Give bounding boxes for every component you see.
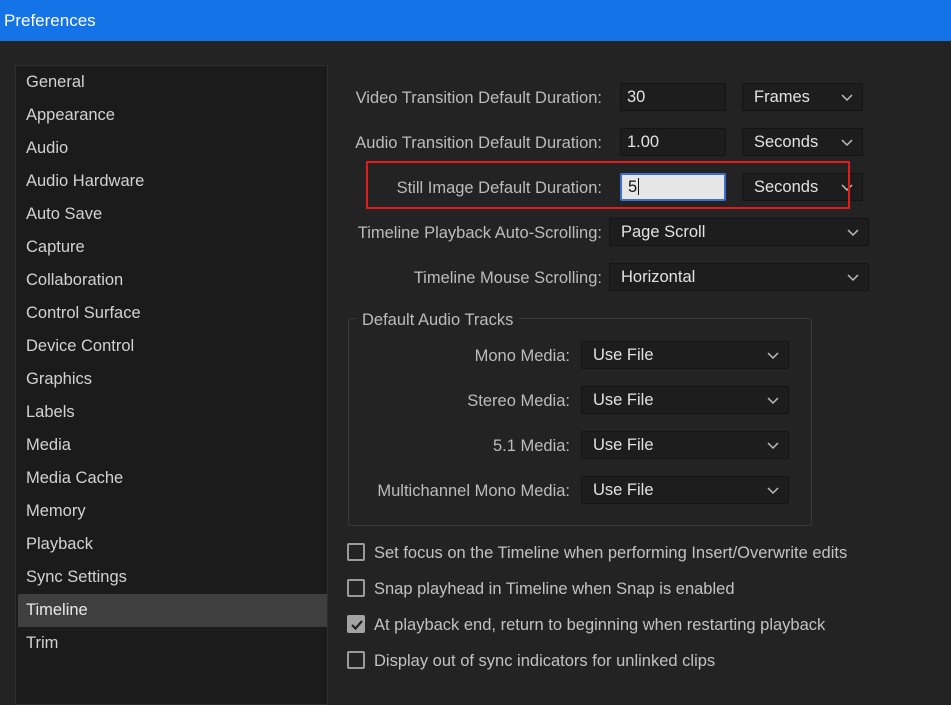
window-titlebar: Preferences (0, 0, 951, 41)
window-title: Preferences (4, 11, 96, 30)
chevron-down-icon (767, 349, 779, 361)
video-transition-unit-select[interactable]: Frames (742, 83, 863, 111)
five-one-media-value: Use File (593, 436, 654, 454)
chevron-down-icon (847, 226, 859, 238)
multichannel-media-label: Multichannel Mono Media: (377, 482, 570, 500)
sidebar-item-labels[interactable]: Labels (18, 396, 327, 429)
sidebar-item-sync-settings[interactable]: Sync Settings (18, 561, 327, 594)
sidebar-item-general[interactable]: General (18, 66, 327, 99)
focus-timeline-checkbox[interactable] (347, 543, 365, 561)
mono-media-select[interactable]: Use File (581, 341, 789, 369)
chevron-down-icon (841, 136, 853, 148)
sidebar-item-memory[interactable]: Memory (18, 495, 327, 528)
checkmark-icon (351, 620, 363, 631)
sidebar-item-graphics[interactable]: Graphics (18, 363, 327, 396)
chevron-down-icon (767, 484, 779, 496)
sidebar-item-device-control[interactable]: Device Control (18, 330, 327, 363)
mouse-scrolling-label: Timeline Mouse Scrolling: (413, 269, 602, 287)
five-one-media-select[interactable]: Use File (581, 431, 789, 459)
default-audio-tracks-title: Default Audio Tracks (356, 310, 520, 330)
chevron-down-icon (767, 394, 779, 406)
return-to-beginning-checkbox[interactable] (347, 615, 365, 633)
audio-transition-duration-input[interactable]: 1.00 (620, 128, 726, 156)
stereo-media-label: Stereo Media: (467, 392, 570, 410)
sidebar-item-auto-save[interactable]: Auto Save (18, 198, 327, 231)
sidebar-item-control-surface[interactable]: Control Surface (18, 297, 327, 330)
multichannel-media-select[interactable]: Use File (581, 476, 789, 504)
sidebar-item-collaboration[interactable]: Collaboration (18, 264, 327, 297)
snap-playhead-label: Snap playhead in Timeline when Snap is e… (374, 580, 735, 598)
preferences-sidebar: General Appearance Audio Audio Hardware … (15, 65, 328, 705)
audio-transition-unit-select[interactable]: Seconds (742, 128, 863, 156)
sidebar-item-appearance[interactable]: Appearance (18, 99, 327, 132)
playback-scrolling-select[interactable]: Page Scroll (609, 218, 869, 246)
video-transition-unit-value: Frames (754, 88, 810, 106)
highlight-box (366, 161, 850, 209)
focus-timeline-label: Set focus on the Timeline when performin… (374, 544, 848, 562)
out-of-sync-label: Display out of sync indicators for unlin… (374, 652, 716, 670)
snap-playhead-checkbox[interactable] (347, 579, 365, 597)
chevron-down-icon (847, 271, 859, 283)
sidebar-item-playback[interactable]: Playback (18, 528, 327, 561)
mono-media-value: Use File (593, 346, 654, 364)
stereo-media-value: Use File (593, 391, 654, 409)
mouse-scrolling-value: Horizontal (621, 268, 696, 286)
multichannel-media-value: Use File (593, 481, 654, 499)
sidebar-item-timeline[interactable]: Timeline (18, 594, 327, 627)
video-transition-duration-input[interactable]: 30 (620, 83, 726, 111)
mouse-scrolling-select[interactable]: Horizontal (609, 263, 869, 291)
chevron-down-icon (767, 439, 779, 451)
five-one-media-label: 5.1 Media: (492, 437, 570, 455)
video-transition-label: Video Transition Default Duration: (355, 89, 602, 107)
audio-transition-unit-value: Seconds (754, 133, 819, 151)
sidebar-item-trim[interactable]: Trim (18, 627, 327, 660)
out-of-sync-checkbox[interactable] (347, 651, 365, 669)
sidebar-item-capture[interactable]: Capture (18, 231, 327, 264)
audio-transition-label: Audio Transition Default Duration: (355, 134, 602, 152)
sidebar-item-audio-hardware[interactable]: Audio Hardware (18, 165, 327, 198)
sidebar-item-media[interactable]: Media (18, 429, 327, 462)
sidebar-item-media-cache[interactable]: Media Cache (18, 462, 327, 495)
chevron-down-icon (841, 91, 853, 103)
mono-media-label: Mono Media: (474, 347, 570, 365)
stereo-media-select[interactable]: Use File (581, 386, 789, 414)
playback-scrolling-label: Timeline Playback Auto-Scrolling: (357, 224, 602, 242)
playback-scrolling-value: Page Scroll (621, 223, 706, 241)
return-to-beginning-label: At playback end, return to beginning whe… (374, 616, 826, 634)
sidebar-item-audio[interactable]: Audio (18, 132, 327, 165)
